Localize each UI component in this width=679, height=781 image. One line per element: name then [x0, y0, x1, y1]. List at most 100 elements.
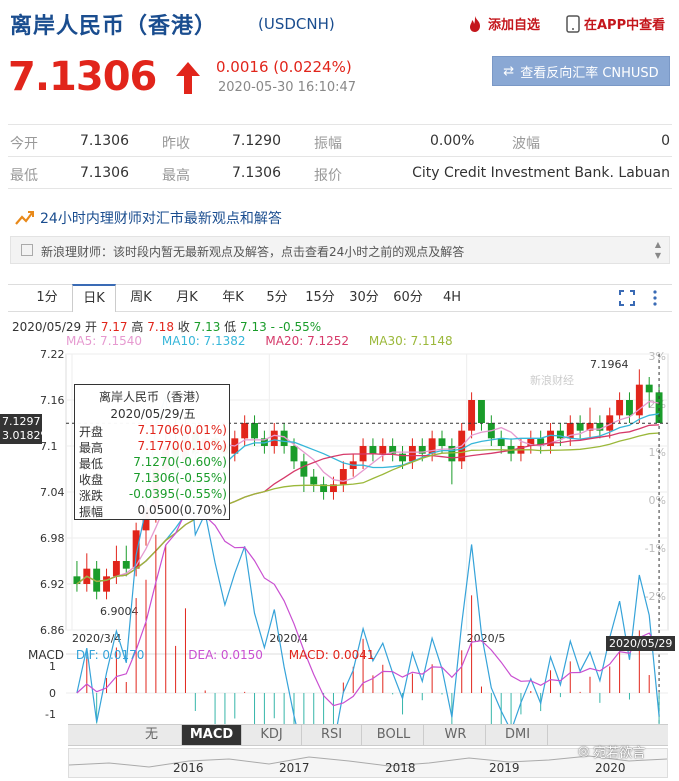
tab-monthly-k[interactable]: 月K [164, 285, 210, 311]
news-scroll-arrows[interactable]: ▲ ▼ [655, 239, 661, 261]
pct-tick-label: -1% [645, 542, 666, 555]
ohlc-open: 7.17 [100, 320, 128, 334]
ohlc-close-label: 收 [177, 320, 190, 334]
ohlc-low: 7.13 [240, 320, 267, 334]
watermark-text: 宛若欲言 [593, 746, 646, 761]
tooltip-row: 最低 7.1270(-0.60%) [75, 455, 231, 471]
fullscreen-icon[interactable] [618, 289, 636, 307]
indicator-none[interactable]: 无 [122, 725, 182, 745]
tab-1min[interactable]: 1分 [24, 285, 70, 311]
candle-body [270, 430, 278, 446]
ohlc-low-label: 低 [224, 320, 237, 334]
ma30-label: MA30: 7.1148 [368, 334, 453, 348]
pct-tick-label: 0% [649, 494, 666, 507]
candle-body [408, 446, 416, 462]
stats-row-2: 最低 7.1306 最高 7.1306 报价 City Credit Inves… [8, 157, 672, 189]
indicator-macd[interactable]: MACD [182, 725, 242, 745]
macd-y-tick: 0 [49, 687, 56, 700]
tooltip-key: 收盘 [79, 473, 104, 487]
document-icon [21, 244, 33, 256]
page-title: 离岸人民币（香港） [10, 14, 218, 39]
tooltip-value: 0.0500(0.70%) [137, 503, 227, 517]
candle-body [241, 423, 249, 439]
tooltip-row: 开盘 7.1706(0.01%) [75, 423, 231, 439]
tab-30min[interactable]: 30分 [342, 285, 386, 311]
stat-value: 7.1306 [80, 133, 129, 149]
reverse-rate-button[interactable]: ⇄ 查看反向汇率 CNHUSD [492, 56, 670, 86]
tab-yearly-k[interactable]: 年K [210, 285, 256, 311]
period-tabs: 1分 日K 周K 月K 年K 5分 15分 30分 60分 4H [8, 284, 672, 312]
stats-row-1: 今开 7.1306 昨收 7.1290 振幅 0.00% 波幅 0 [8, 125, 672, 157]
pct-tick-label: -2% [645, 590, 666, 603]
stat-label: 振幅 [314, 136, 342, 152]
candle-tooltip: 离岸人民币（香港） 2020/05/29/五 开盘 7.1706(0.01%) 最… [74, 384, 230, 520]
chart-watermark: 新浪财经 [530, 373, 574, 387]
trend-icon [15, 211, 34, 225]
stat-label: 昨收 [162, 136, 190, 152]
candle-body [310, 476, 318, 485]
ohlc-high-label: 高 [131, 320, 144, 334]
up-arrow-icon [176, 62, 200, 94]
tooltip-value: 7.1306(-0.55%) [133, 471, 227, 485]
more-options-icon[interactable] [646, 289, 664, 307]
tab-60min[interactable]: 60分 [386, 285, 430, 311]
tab-daily-k[interactable]: 日K [72, 284, 116, 312]
tooltip-row: 涨跌 -0.0395(-0.55%) [75, 487, 231, 503]
year-label: 2020 [595, 761, 626, 775]
ohlc-change: - -0.55% [270, 320, 322, 334]
macd-dif: DIF: 0.0170 [75, 648, 145, 662]
stat-label: 报价 [314, 168, 342, 184]
tooltip-date: 2020/05/29/五 [110, 407, 196, 421]
candle-body [122, 561, 130, 569]
stat-value: 7.1306 [80, 165, 129, 181]
candle-body [468, 400, 476, 431]
tooltip-key: 振幅 [79, 505, 104, 519]
ma-legend: MA5: 7.1540 MA10: 7.1382 MA20: 7.1252 MA… [66, 334, 453, 348]
currency-code: (USDCNH) [258, 15, 335, 33]
candle-body [478, 400, 485, 423]
candle-body [300, 461, 308, 477]
stats-table: 今开 7.1306 昨收 7.1290 振幅 0.00% 波幅 0 最低 7.1… [8, 124, 672, 189]
candle-body [379, 446, 387, 454]
ohlc-date: 2020/05/29 [12, 320, 82, 334]
stat-label: 今开 [10, 136, 38, 152]
year-label: 2019 [489, 761, 520, 775]
view-in-app-link[interactable]: 在APP中查看 [566, 14, 665, 33]
macd-y-tick: -1 [45, 708, 56, 721]
wechat-watermark: ◎ 宛若欲言 [578, 742, 645, 761]
tab-4h[interactable]: 4H [432, 285, 472, 311]
stat-value: 7.1290 [232, 133, 281, 149]
tab-weekly-k[interactable]: 周K [118, 285, 164, 311]
advisor-news-item[interactable]: 新浪理财师：该时段内暂无最新观点及解答，点击查看24小时之前的观点及解答 ▲ ▼ [10, 236, 670, 264]
tab-5min[interactable]: 5分 [256, 285, 298, 311]
tooltip-row: 振幅 0.0500(0.70%) [75, 503, 231, 519]
ma5-label: MA5: 7.1540 [66, 334, 143, 348]
tooltip-key: 涨跌 [79, 489, 104, 503]
year-label: 2018 [385, 761, 416, 775]
ohlc-summary: 2020/05/29 开 7.17 高 7.18 收 7.13 低 7.13 -… [12, 318, 321, 335]
y-tick-label: 6.98 [40, 532, 65, 545]
macd-dea: DEA: 0.0150 [188, 648, 263, 662]
add-favorite-link[interactable]: 添加自选 [466, 14, 540, 33]
indicator-boll[interactable]: BOLL [364, 725, 424, 745]
current-price: 7.1306 [8, 54, 157, 100]
indicator-dmi[interactable]: DMI [488, 725, 548, 745]
tab-15min[interactable]: 15分 [298, 285, 342, 311]
year-label: 2017 [279, 761, 310, 775]
macd-value: MACD: 0.0041 [288, 648, 375, 662]
stat-label: 最低 [10, 168, 38, 184]
tooltip-value: 7.1270(-0.60%) [133, 455, 227, 469]
indicator-rsi[interactable]: RSI [302, 725, 362, 745]
view-in-app-label: 在APP中查看 [584, 18, 666, 33]
stat-value: 0.00% [430, 133, 475, 149]
ma20-label: MA20: 7.1252 [265, 334, 350, 348]
advisor-news-heading[interactable]: 24小时内理财师对汇市最新观点和解答 [14, 208, 282, 228]
stat-label: 最高 [162, 168, 190, 184]
indicator-wr[interactable]: WR [426, 725, 486, 745]
indicator-kdj[interactable]: KDJ [242, 725, 302, 745]
tooltip-value: 7.1770(0.10%) [137, 439, 227, 453]
candle-body [645, 384, 653, 393]
tooltip-key: 最低 [79, 457, 104, 471]
candle-body [132, 530, 140, 569]
title-row: 离岸人民币（香港） (USDCNH) 添加自选 在APP中查看 [8, 6, 672, 40]
